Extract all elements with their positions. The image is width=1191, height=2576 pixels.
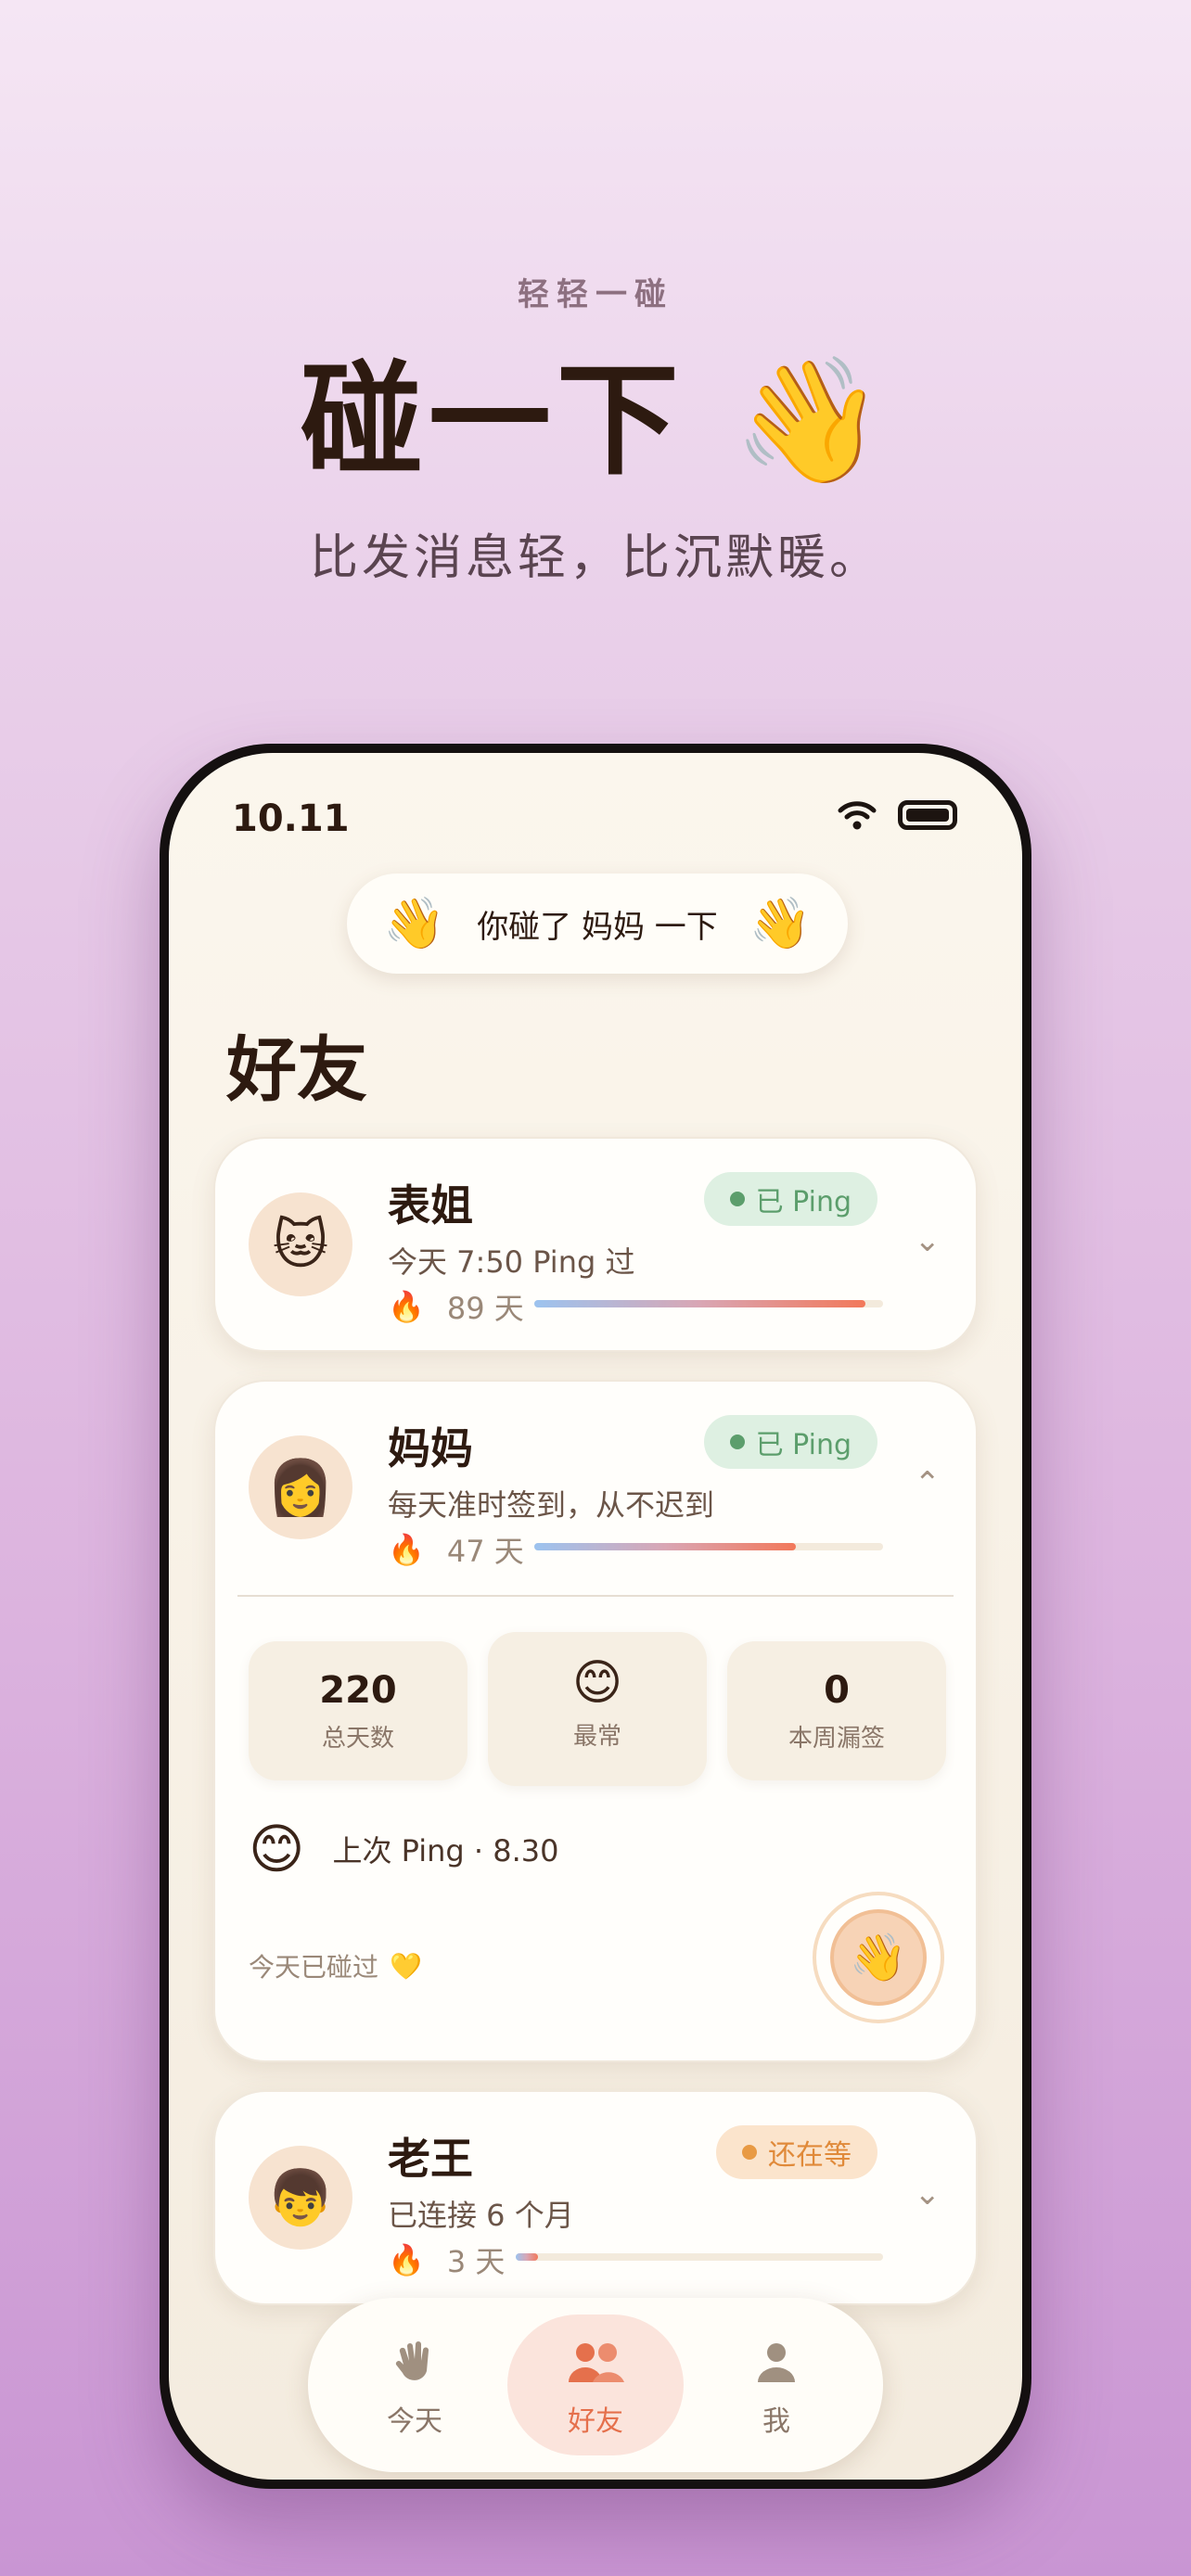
stat-value: 0 xyxy=(824,1669,850,1712)
status-dot-icon xyxy=(729,1192,745,1206)
friend-name: 老王 xyxy=(388,2134,473,2184)
hero-kicker: 轻轻一碰 xyxy=(518,276,673,313)
status-badge-label: 已 Ping xyxy=(755,1429,852,1461)
stat-missed-this-week: 0 本周漏签 xyxy=(727,1641,946,1780)
friend-name: 妈妈 xyxy=(388,1423,473,1473)
last-ping: 😊 上次 Ping · 8.30 xyxy=(249,1817,559,1881)
hero: 轻轻一碰 碰一下 👋 比发消息轻，比沉默暖。 xyxy=(0,269,1191,588)
hero-headline: 碰一下 👋 xyxy=(300,350,891,492)
chevron-down-icon[interactable]: ⌄ xyxy=(915,1222,941,1259)
wave-emoji-right: 👋 xyxy=(749,894,813,952)
status-badge: 已 Ping xyxy=(703,1415,877,1469)
yellow-heart-emoji: 💛 xyxy=(390,1950,422,1982)
friend-subtitle: 每天准时签到，从不迟到 xyxy=(388,1487,715,1523)
status-badge: 还在等 xyxy=(716,2125,877,2179)
smile-emoji: 😊 xyxy=(571,1655,623,1711)
last-ping-text: 上次 Ping · 8.30 xyxy=(332,1833,559,1868)
streak-bar xyxy=(534,1300,883,1307)
tab-label: 我 xyxy=(762,2405,790,2438)
wave-hand-icon xyxy=(395,2341,429,2380)
avatar: 👩 xyxy=(249,1435,352,1539)
phone-screen: 10.11 👋 你碰了 妈妈 一下 👋 好友 🐱 表姐 已 Ping 今天 7:… xyxy=(169,753,1022,2480)
friend-subtitle: 今天 7:50 Ping 过 xyxy=(388,1244,635,1280)
streak: 🔥 89 天 xyxy=(388,1285,524,1328)
status-badge-label: 已 Ping xyxy=(755,1186,852,1218)
tab-friends[interactable]: 好友 xyxy=(507,2315,684,2455)
phone-frame: 10.11 👋 你碰了 妈妈 一下 👋 好友 🐱 表姐 已 Ping 今天 7:… xyxy=(160,744,1031,2489)
streak-bar xyxy=(516,2253,883,2261)
stat-label: 最常 xyxy=(572,1723,621,1751)
wifi-icon xyxy=(838,801,877,830)
stat-label: 总天数 xyxy=(321,1725,394,1753)
tab-me[interactable]: 我 xyxy=(688,2315,864,2455)
streak-days: 3 天 xyxy=(446,2244,506,2279)
friend-card-cousin[interactable]: 🐱 表姐 已 Ping 今天 7:50 Ping 过 🔥 89 天 ⌄ xyxy=(213,1137,978,1352)
streak: 🔥 3 天 xyxy=(388,2238,505,2281)
toast-text: 你碰了 妈妈 一下 xyxy=(477,908,718,946)
section-title: 好友 xyxy=(226,1028,367,1111)
status-time: 10.11 xyxy=(232,797,350,840)
friend-card-mom[interactable]: 👩 妈妈 已 Ping 每天准时签到，从不迟到 🔥 47 天 ⌃ 220 总天数… xyxy=(213,1380,978,2062)
status-icons xyxy=(837,799,957,831)
streak-bar-fill xyxy=(534,1543,796,1550)
streak-days: 89 天 xyxy=(446,1291,524,1326)
flame-icon: 🔥 xyxy=(388,1532,425,1567)
stat-value: 220 xyxy=(319,1669,397,1712)
tab-label: 好友 xyxy=(568,2405,623,2438)
wave-emoji-left: 👋 xyxy=(382,894,446,952)
friend-name: 表姐 xyxy=(388,1180,473,1231)
stat-label: 本周漏签 xyxy=(788,1725,885,1753)
ping-toast: 👋 你碰了 妈妈 一下 👋 xyxy=(347,874,848,974)
wave-hand-icon: 👋 xyxy=(830,1909,927,2006)
person-icon xyxy=(758,2343,795,2382)
today-note-text: 今天已碰过 xyxy=(249,1952,379,1983)
status-dot-icon xyxy=(742,2145,757,2160)
tab-today[interactable]: 今天 xyxy=(327,2315,503,2455)
chevron-down-icon[interactable]: ⌄ xyxy=(915,2175,941,2213)
avatar: 👦 xyxy=(249,2146,352,2250)
tab-label: 今天 xyxy=(387,2405,442,2438)
streak-bar-fill xyxy=(534,1300,866,1307)
streak-bar xyxy=(534,1543,883,1550)
streak-days: 47 天 xyxy=(446,1534,524,1569)
status-badge-label: 还在等 xyxy=(768,2139,852,2172)
streak-bar-fill xyxy=(516,2253,538,2261)
divider xyxy=(237,1595,954,1597)
chevron-up-icon[interactable]: ⌃ xyxy=(915,1465,941,1502)
flame-icon: 🔥 xyxy=(388,1289,425,1324)
friend-card-laowang[interactable]: 👦 老王 还在等 已连接 6 个月 🔥 3 天 ⌄ xyxy=(213,2090,978,2305)
flame-icon: 🔥 xyxy=(388,2242,425,2277)
friends-icon xyxy=(569,2343,624,2382)
today-note: 今天已碰过 💛 xyxy=(249,1947,422,1984)
wave-button[interactable]: 👋 xyxy=(813,1892,944,2023)
status-dot-icon xyxy=(729,1435,745,1449)
tab-bar: 今天 好友 我 xyxy=(308,2298,883,2472)
avatar: 🐱 xyxy=(249,1192,352,1296)
friend-subtitle: 已连接 6 个月 xyxy=(388,2198,574,2233)
status-badge: 已 Ping xyxy=(703,1172,877,1226)
stat-most-common: 😊 最常 xyxy=(488,1632,707,1786)
smile-emoji: 😊 xyxy=(249,1817,305,1881)
battery-icon xyxy=(898,800,957,830)
hero-tagline: 比发消息轻，比沉默暖。 xyxy=(309,530,881,586)
streak: 🔥 47 天 xyxy=(388,1528,524,1571)
stat-total-days: 220 总天数 xyxy=(249,1641,467,1780)
